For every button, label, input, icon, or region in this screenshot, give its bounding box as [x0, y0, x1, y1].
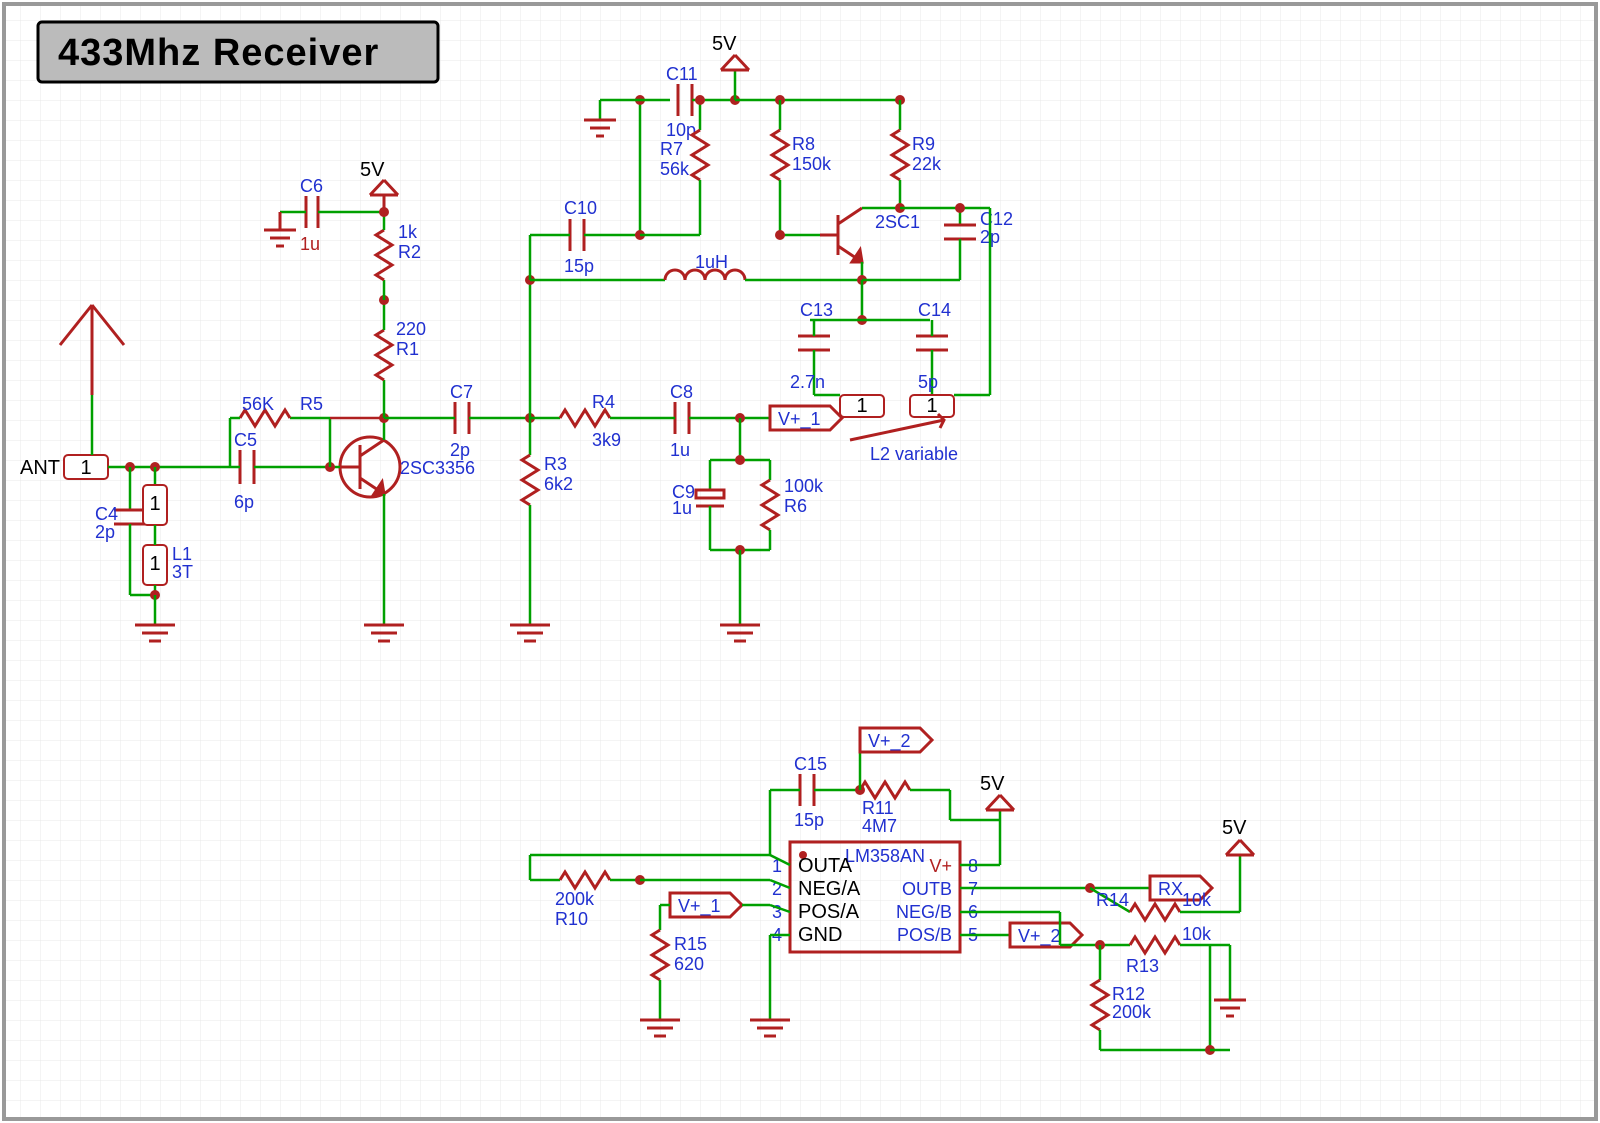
svg-text:4M7: 4M7: [862, 816, 897, 836]
svg-text:1: 1: [149, 553, 160, 575]
svg-text:1: 1: [926, 395, 937, 417]
svg-text:5V: 5V: [712, 33, 737, 55]
svg-text:V+_2: V+_2: [1018, 926, 1061, 947]
svg-text:2SC3356: 2SC3356: [400, 458, 475, 478]
svg-text:3T: 3T: [172, 562, 193, 582]
svg-text:R15: R15: [674, 934, 707, 954]
svg-text:1u: 1u: [672, 498, 692, 518]
svg-text:C7: C7: [450, 382, 473, 402]
svg-text:2SC1: 2SC1: [875, 212, 920, 232]
svg-text:R5: R5: [300, 394, 323, 414]
svg-text:R3: R3: [544, 454, 567, 474]
svg-text:LM358AN: LM358AN: [845, 846, 925, 866]
svg-text:GND: GND: [798, 924, 842, 946]
svg-text:C15: C15: [794, 754, 827, 774]
svg-text:C8: C8: [670, 382, 693, 402]
svg-text:22k: 22k: [912, 154, 942, 174]
svg-text:R9: R9: [912, 134, 935, 154]
svg-text:5p: 5p: [918, 372, 938, 392]
svg-text:R13: R13: [1126, 956, 1159, 976]
svg-text:POS/A: POS/A: [798, 901, 860, 923]
svg-text:R14: R14: [1096, 890, 1129, 910]
svg-text:1: 1: [149, 493, 160, 515]
svg-text:ANT: ANT: [20, 457, 60, 479]
svg-text:R12: R12: [1112, 984, 1145, 1004]
svg-text:1uH: 1uH: [695, 252, 728, 272]
svg-text:5V: 5V: [1222, 817, 1247, 839]
svg-text:C12: C12: [980, 209, 1013, 229]
svg-text:NEG/A: NEG/A: [798, 878, 861, 900]
svg-text:V+_2: V+_2: [868, 731, 911, 752]
svg-text:100k: 100k: [784, 476, 824, 496]
svg-text:220: 220: [396, 319, 426, 339]
svg-text:L2 variable: L2 variable: [870, 444, 958, 464]
svg-text:200k: 200k: [1112, 1002, 1152, 1022]
svg-text:R1: R1: [396, 339, 419, 359]
svg-text:R4: R4: [592, 392, 615, 412]
svg-text:6p: 6p: [234, 492, 254, 512]
svg-text:C11: C11: [666, 64, 698, 84]
svg-text:OUTB: OUTB: [902, 879, 952, 899]
svg-text:C6: C6: [300, 176, 323, 196]
svg-text:56k: 56k: [660, 159, 690, 179]
svg-text:15p: 15p: [794, 810, 824, 830]
svg-text:2p: 2p: [95, 522, 115, 542]
svg-text:R8: R8: [792, 134, 815, 154]
svg-text:620: 620: [674, 954, 704, 974]
svg-text:5V: 5V: [980, 773, 1005, 795]
svg-text:R11: R11: [862, 798, 894, 818]
svg-text:R2: R2: [398, 242, 421, 262]
svg-text:R7: R7: [660, 139, 683, 159]
title: 433Mhz Receiver: [58, 32, 379, 74]
svg-text:2.7n: 2.7n: [790, 372, 825, 392]
svg-text:C10: C10: [564, 198, 597, 218]
svg-text:1u: 1u: [670, 440, 690, 460]
svg-text:OUTA: OUTA: [798, 855, 853, 877]
svg-text:15p: 15p: [564, 256, 594, 276]
svg-text:V+_1: V+_1: [778, 409, 821, 430]
svg-text:5V: 5V: [360, 159, 385, 181]
svg-text:56K: 56K: [242, 394, 274, 414]
svg-text:C4: C4: [95, 504, 118, 524]
svg-text:150k: 150k: [792, 154, 832, 174]
svg-text:R10: R10: [555, 909, 588, 929]
svg-text:POS/B: POS/B: [897, 925, 952, 945]
svg-text:NEG/B: NEG/B: [896, 902, 952, 922]
svg-text:10k: 10k: [1182, 890, 1212, 910]
svg-text:1k: 1k: [398, 222, 418, 242]
svg-text:1: 1: [80, 457, 91, 479]
svg-text:V+_1: V+_1: [678, 896, 721, 917]
svg-text:L1: L1: [172, 544, 192, 564]
svg-text:10k: 10k: [1182, 924, 1212, 944]
svg-text:RX: RX: [1158, 879, 1183, 899]
svg-text:2p: 2p: [450, 440, 470, 460]
svg-text:R6: R6: [784, 496, 807, 516]
schematic: 433Mhz Receiver ANT 1 C4 2p 1 1 L1 3T C5…: [0, 0, 1600, 1123]
svg-text:C14: C14: [918, 300, 951, 320]
svg-text:6k2: 6k2: [544, 474, 573, 494]
svg-text:C5: C5: [234, 430, 257, 450]
svg-text:C13: C13: [800, 300, 833, 320]
svg-text:V+: V+: [929, 856, 952, 876]
svg-text:1: 1: [856, 395, 867, 417]
svg-text:200k: 200k: [555, 889, 595, 909]
svg-text:1u: 1u: [300, 234, 320, 254]
svg-text:3k9: 3k9: [592, 430, 621, 450]
